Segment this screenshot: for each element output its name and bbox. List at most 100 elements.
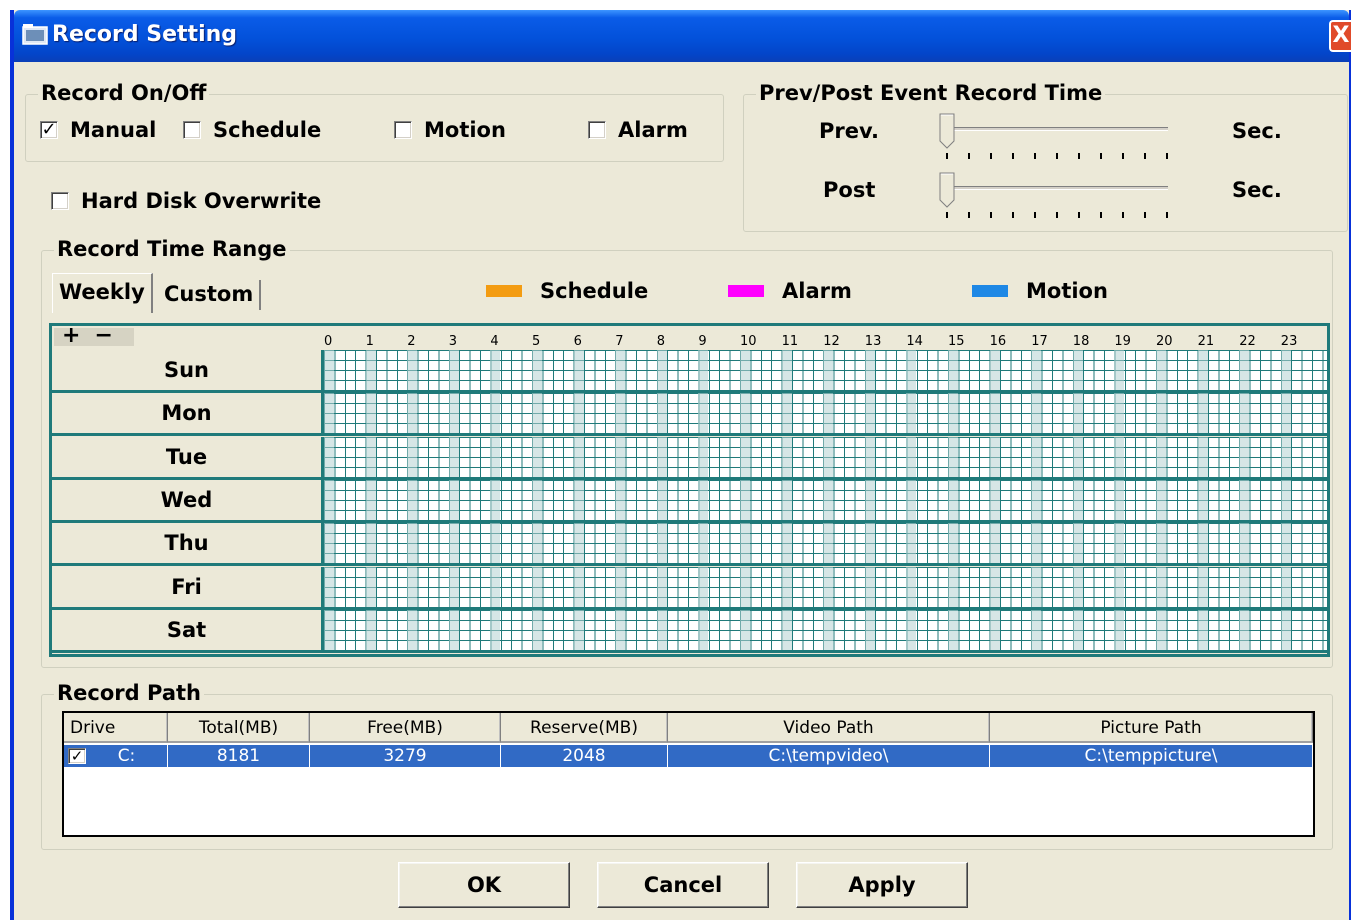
day-row: Thu xyxy=(52,523,1327,567)
hour-divider xyxy=(1156,350,1166,390)
time-slot-grid[interactable] xyxy=(324,479,1327,523)
hour-divider xyxy=(573,350,584,390)
hour-divider xyxy=(1280,566,1291,607)
motion-checkbox[interactable]: Motion xyxy=(394,118,506,142)
manual-checkbox[interactable]: ✓ Manual xyxy=(40,118,156,142)
col-picture-path[interactable]: Picture Path xyxy=(990,713,1313,743)
schedule-checkbox[interactable]: Schedule xyxy=(183,118,321,142)
hour-label: 19 xyxy=(1114,334,1131,349)
time-slot-grid[interactable] xyxy=(324,609,1327,653)
hour-divider xyxy=(490,609,501,650)
day-label: Tue xyxy=(52,436,324,480)
hour-divider xyxy=(989,479,1000,520)
hour-label: 18 xyxy=(1072,334,1090,349)
day-row: Mon xyxy=(52,393,1327,437)
post-slider-thumb[interactable] xyxy=(939,172,955,208)
hour-divider xyxy=(573,393,584,434)
cancel-button[interactable]: Cancel xyxy=(597,862,769,908)
hour-divider xyxy=(656,523,667,564)
hour-divider xyxy=(532,566,542,607)
picture-path-cell: C:\temppicture\ xyxy=(990,745,1313,767)
time-slot-grid[interactable] xyxy=(324,523,1327,567)
legend-alarm-label: Alarm xyxy=(782,279,852,303)
motion-label: Motion xyxy=(424,118,506,142)
hour-label: 9 xyxy=(698,334,707,349)
hour-divider xyxy=(1031,393,1042,434)
col-free[interactable]: Free(MB) xyxy=(310,713,501,743)
hour-divider xyxy=(698,523,709,564)
tab-weekly[interactable]: Weekly xyxy=(52,273,153,313)
hour-divider xyxy=(490,479,501,520)
time-slot-grid[interactable] xyxy=(324,566,1327,610)
hard-disk-overwrite-label: Hard Disk Overwrite xyxy=(81,189,322,213)
hour-label: 10 xyxy=(740,334,757,349)
hour-divider xyxy=(1072,566,1083,607)
hour-divider xyxy=(656,393,667,434)
hour-divider xyxy=(1239,479,1250,520)
hour-label: 1 xyxy=(365,334,374,349)
hour-divider xyxy=(781,393,792,434)
weekly-schedule-grid: +− 0 1 2 3 4 5 6 7 8 9 10 11 12 13 14 15 16 17 18 19 20 21 22 2… xyxy=(49,323,1330,657)
hour-divider xyxy=(407,609,418,650)
day-label: Fri xyxy=(52,566,324,610)
hour-divider xyxy=(1280,350,1291,390)
prev-slider-track[interactable] xyxy=(942,127,1168,131)
record-path-title: Record Path xyxy=(54,681,204,705)
hour-divider xyxy=(1156,479,1166,520)
hour-divider xyxy=(573,436,584,477)
hour-divider xyxy=(823,350,834,390)
time-slot-grid[interactable] xyxy=(324,350,1327,393)
hour-divider xyxy=(1156,393,1166,434)
post-slider-track[interactable] xyxy=(942,186,1168,190)
col-drive[interactable]: Drive xyxy=(64,713,168,743)
hard-disk-overwrite-checkbox[interactable]: Hard Disk Overwrite xyxy=(51,189,321,213)
prev-post-title: Prev/Post Event Record Time xyxy=(756,81,1106,105)
day-label: Sat xyxy=(52,609,324,653)
hour-divider xyxy=(1072,523,1083,564)
hour-divider xyxy=(1280,393,1291,434)
legend-schedule-label: Schedule xyxy=(540,279,649,303)
col-video-path[interactable]: Video Path xyxy=(668,713,990,743)
prev-slider-thumb[interactable] xyxy=(939,113,955,149)
hour-divider xyxy=(490,566,501,607)
hour-divider xyxy=(1156,609,1166,650)
close-button[interactable]: X xyxy=(1329,20,1351,52)
hour-label: 3 xyxy=(448,334,458,349)
hour-divider xyxy=(1072,436,1083,477)
hour-divider xyxy=(906,350,917,390)
hour-divider xyxy=(740,609,750,650)
time-slot-grid[interactable] xyxy=(324,436,1327,480)
apply-button[interactable]: Apply xyxy=(796,862,968,908)
zoom-in-button[interactable]: + xyxy=(62,323,94,348)
hour-divider xyxy=(407,479,418,520)
hour-divider xyxy=(989,350,1000,390)
hour-label: 17 xyxy=(1031,334,1048,349)
hour-divider xyxy=(781,479,792,520)
col-reserve[interactable]: Reserve(MB) xyxy=(501,713,668,743)
hour-label: 12 xyxy=(823,334,840,349)
hour-divider xyxy=(1239,609,1250,650)
hour-divider xyxy=(448,479,459,520)
table-row[interactable]: ✓ C: 8181 3279 2048 C:\tempvideo\ C:\tem… xyxy=(64,745,1313,767)
ok-button[interactable]: OK xyxy=(398,862,570,908)
hour-divider xyxy=(324,523,334,564)
row-checkbox[interactable]: ✓ xyxy=(68,748,86,764)
col-total[interactable]: Total(MB) xyxy=(168,713,310,743)
hour-divider xyxy=(365,566,376,607)
hour-divider xyxy=(823,609,834,650)
time-slot-grid[interactable] xyxy=(324,393,1327,437)
zoom-out-button[interactable]: − xyxy=(94,323,126,348)
video-path-cell: C:\tempvideo\ xyxy=(668,745,990,767)
alarm-checkbox[interactable]: Alarm xyxy=(588,118,688,142)
hour-divider xyxy=(1239,436,1250,477)
alarm-swatch xyxy=(728,285,764,297)
hour-divider xyxy=(615,609,626,650)
hour-label: 23 xyxy=(1280,334,1298,349)
hour-divider xyxy=(365,523,376,564)
hour-divider xyxy=(324,479,334,520)
record-path-list[interactable]: Drive Total(MB) Free(MB) Reserve(MB) Vid… xyxy=(62,711,1315,837)
hour-divider xyxy=(906,609,917,650)
hour-divider xyxy=(324,566,334,607)
tab-custom[interactable]: Custom xyxy=(158,280,262,310)
legend-alarm: Alarm xyxy=(728,279,852,303)
